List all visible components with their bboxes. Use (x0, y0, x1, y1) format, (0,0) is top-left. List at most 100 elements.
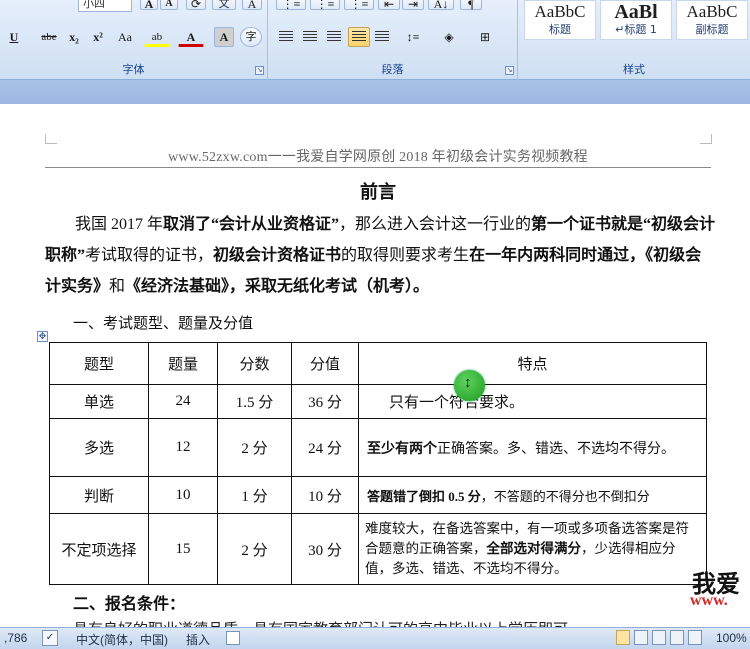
sort-icon: A↓ (433, 0, 449, 11)
style-sample: AaBbC (686, 2, 738, 21)
mouse-cursor-icon (454, 370, 485, 401)
subscript-button[interactable]: x₂ (64, 27, 84, 47)
score-cell: 1 分 (217, 476, 292, 514)
style-sample: AaBbC (534, 2, 586, 21)
font-dialog-launcher[interactable]: ↘ (255, 66, 264, 75)
ribbon: 小四 A A ⟳ 文 A U abe x₂ x² Aa ab A A 字 字体 … (0, 0, 750, 80)
shrink-font-button[interactable]: A (160, 0, 178, 10)
web-layout-view-button[interactable] (652, 630, 666, 645)
pilcrow-icon: ¶ (468, 0, 474, 11)
style-name: 副标题 (695, 23, 729, 36)
style-heading-1[interactable]: AaBl ↵标题 1 (600, 0, 672, 40)
header-cell: 分值 (291, 342, 359, 385)
paragraph-dialog-launcher[interactable]: ↘ (505, 66, 514, 75)
increase-indent-icon: ⇥ (407, 0, 419, 11)
zoom-level[interactable]: 100% (716, 631, 747, 645)
type-cell: 判断 (49, 476, 149, 514)
intro-paragraph: 我国 2017 年取消了“会计从业资格证”，那么进入会计这一行业的第一个证书就是… (45, 209, 717, 302)
line-spacing-button[interactable]: ↕≡ (398, 27, 428, 47)
count-cell: 15 (148, 513, 218, 585)
intro-run: 和 (109, 278, 126, 295)
superscript-button[interactable]: x² (88, 27, 108, 47)
change-case-button[interactable]: Aa (112, 27, 138, 47)
font-color-button[interactable]: A (178, 27, 204, 47)
char-shading-button[interactable]: A (214, 27, 234, 47)
print-layout-view-button[interactable] (616, 630, 630, 645)
type-cell: 多选 (49, 418, 149, 477)
feature-cell: 难度较大，在备选答案中，有一项或多项备选答案是符合题意的正确答案，全部选对得满分… (358, 513, 707, 585)
draft-view-button[interactable] (688, 630, 702, 645)
total-cell: 36 分 (291, 384, 359, 419)
feature-cell: 至少有两个正确答案。多、错选、不选均不得分。 (358, 418, 707, 477)
score-cell: 1.5 分 (217, 384, 292, 419)
table-move-handle[interactable]: ✥ (37, 331, 48, 342)
count-cell: 10 (148, 476, 218, 514)
total-cell: 30 分 (291, 513, 359, 585)
align-right-icon (327, 31, 341, 43)
word-count[interactable]: ,786 (4, 631, 27, 645)
header-cell: 特点 (358, 342, 707, 385)
align-right-button[interactable] (324, 27, 344, 47)
total-cell: 10 分 (291, 476, 359, 514)
align-left-button[interactable] (276, 27, 296, 47)
table-header-row: 题型 题量 分数 分值 特点 (49, 342, 707, 385)
phonetic-guide-button[interactable]: 文 (212, 0, 236, 10)
numbering-button[interactable]: ⋮≡ (310, 0, 340, 11)
multilevel-list-icon: ⋮≡ (349, 0, 369, 11)
paragraph-group-label: 段落 (381, 64, 404, 76)
intro-run: ，那么进入会计这一行业的 (339, 216, 532, 233)
insert-mode[interactable]: 插入 (186, 631, 210, 648)
highlight-button[interactable]: ab (144, 27, 170, 47)
shading-button[interactable]: ◈ (434, 27, 464, 47)
bullets-button[interactable]: ⋮≡ (276, 0, 306, 11)
proofing-icon[interactable]: ✓ (42, 630, 58, 646)
show-marks-button[interactable]: ¶ (460, 0, 482, 11)
multilevel-list-button[interactable]: ⋮≡ (344, 0, 374, 11)
intro-run: 初级会计资格证书 (213, 247, 342, 264)
char-border-button[interactable]: A (242, 0, 262, 11)
watermark-logo: 我爱 www. (690, 564, 750, 627)
font-size-select[interactable]: 小四 (78, 0, 132, 12)
underline-button[interactable]: U (4, 27, 24, 47)
page-header: www.52zxw.com一一我爱自学网原创 2018 年初级会计实务视频教程 (168, 150, 588, 165)
numbering-icon: ⋮≡ (315, 0, 335, 11)
paint-bucket-icon: ◈ (444, 30, 454, 44)
outline-view-button[interactable] (670, 630, 684, 645)
borders-button[interactable]: ⊞ (470, 27, 500, 47)
line-spacing-icon: ↕≡ (406, 30, 420, 44)
sort-button[interactable]: A↓ (428, 0, 454, 11)
score-cell: 2 分 (217, 418, 292, 477)
style-sample: AaBl (614, 1, 658, 23)
grow-font-button[interactable]: A (140, 0, 158, 11)
count-cell: 24 (148, 384, 218, 419)
language-indicator[interactable]: 中文(简体，中国) (76, 631, 168, 648)
document-title: 前言 (360, 182, 396, 202)
align-center-button[interactable] (300, 27, 320, 47)
document-page[interactable]: www.52zxw.com一一我爱自学网原创 2018 年初级会计实务视频教程 … (0, 104, 750, 627)
styles-group: AaBbC 标题 AaBl ↵标题 1 AaBbC 副标题 样式 (518, 0, 750, 80)
decrease-indent-icon: ⇤ (383, 0, 395, 11)
justify-button[interactable] (348, 27, 370, 47)
style-name: ↵标题 1 (615, 23, 657, 36)
full-screen-view-button[interactable] (634, 630, 648, 645)
type-cell: 不定项选择 (49, 513, 149, 585)
bullets-icon: ⋮≡ (281, 0, 301, 11)
table-row: 多选 12 2 分 24 分 至少有两个正确答案。多、错选、不选均不得分。 (49, 418, 707, 477)
intro-run: 取消了“会计从业资格证” (163, 216, 340, 233)
increase-indent-button[interactable]: ⇥ (402, 0, 424, 11)
total-cell: 24 分 (291, 418, 359, 477)
feature-cell: 只有一个符合要求。 (358, 384, 707, 419)
enclose-chars-button[interactable]: 字 (240, 27, 262, 47)
style-heading[interactable]: AaBbC 标题 (524, 0, 596, 40)
highlighter-icon: ab (151, 31, 163, 43)
intro-run: 我国 2017 年 (75, 216, 164, 233)
strikethrough-button[interactable]: abe (37, 27, 61, 47)
styles-group-label: 样式 (623, 64, 645, 76)
clear-format-button[interactable]: ⟳ (186, 0, 206, 11)
macro-record-icon[interactable] (226, 631, 240, 645)
distribute-button[interactable] (372, 27, 392, 47)
decrease-indent-button[interactable]: ⇤ (378, 0, 400, 11)
header-cell: 分数 (217, 342, 292, 385)
intro-run: 《经济法基础》，采取无纸化考试（机考）。 (125, 278, 430, 295)
style-subtitle[interactable]: AaBbC 副标题 (676, 0, 748, 40)
